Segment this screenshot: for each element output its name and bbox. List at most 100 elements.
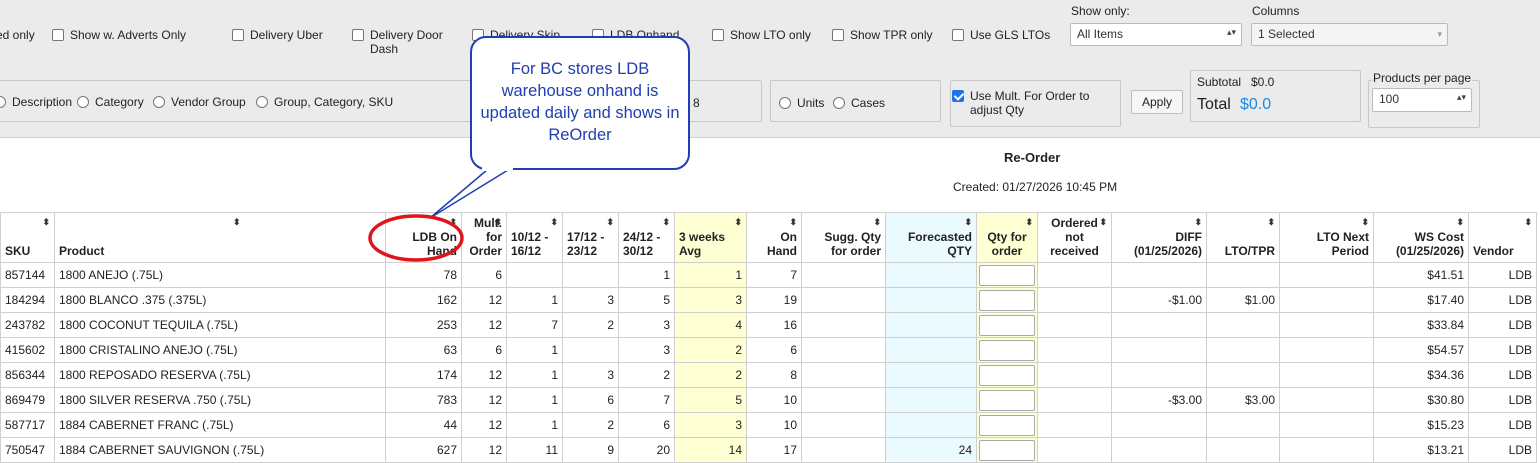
- show-only-select[interactable]: All Items ▴▾: [1070, 23, 1242, 46]
- sort-icon[interactable]: ⬍: [873, 215, 881, 229]
- radio-dot[interactable]: [153, 96, 165, 108]
- sort-icon[interactable]: ⬍: [964, 215, 972, 229]
- table-cell: [1037, 387, 1112, 413]
- radio-label: Category: [95, 95, 144, 109]
- radio-dot[interactable]: [779, 97, 791, 109]
- col-header-3weeks-avg[interactable]: ⬍ 3 weeks Avg: [674, 212, 747, 263]
- radio-description[interactable]: Description: [0, 95, 72, 109]
- sort-icon[interactable]: ⬍: [1524, 215, 1532, 229]
- radio-units[interactable]: Units: [779, 96, 824, 110]
- sort-icon[interactable]: ⬍: [550, 215, 558, 229]
- radio-label: Group, Category, SKU: [274, 95, 394, 109]
- col-header-label: Vendor: [1473, 244, 1514, 258]
- table-cell: 7: [746, 262, 802, 288]
- table-cell: 1: [506, 337, 563, 363]
- radio-cases[interactable]: Cases: [833, 96, 885, 110]
- qty-for-order-input[interactable]: [979, 364, 1035, 386]
- sort-icon[interactable]: ⬍: [1099, 215, 1107, 229]
- table-cell: 44: [385, 412, 462, 438]
- sort-icon[interactable]: ⬍: [662, 215, 670, 229]
- apply-button[interactable]: Apply: [1131, 90, 1183, 114]
- table-cell: 19: [746, 287, 802, 313]
- checkbox-box-checked[interactable]: [952, 90, 964, 102]
- col-header-sugg-qty[interactable]: ⬍ Sugg. Qty for order: [801, 212, 886, 263]
- checkbox-delivery-doordash[interactable]: Delivery Door Dash: [352, 28, 462, 56]
- table-cell: [1279, 287, 1374, 313]
- sort-icon[interactable]: ⬍: [42, 215, 50, 229]
- checkbox-show-adverts[interactable]: Show w. Adverts Only: [52, 28, 186, 42]
- checkbox-box[interactable]: [232, 29, 244, 41]
- sort-icon[interactable]: ⬍: [1361, 215, 1369, 229]
- qty-for-order-input[interactable]: [979, 264, 1035, 286]
- table-cell: 1884 CABERNET FRANC (.75L): [54, 412, 386, 438]
- col-header-qty-for-order[interactable]: ⬍ Qty for order: [976, 212, 1038, 263]
- checkbox-delivery-uber[interactable]: Delivery Uber: [232, 28, 323, 42]
- total-label: Total: [1197, 96, 1231, 113]
- sort-icon[interactable]: ⬍: [1194, 215, 1202, 229]
- table-cell: $41.51: [1373, 262, 1469, 288]
- sort-icon[interactable]: ⬍: [1025, 215, 1033, 229]
- radio-dot[interactable]: [77, 96, 89, 108]
- table-cell: 1800 COCONUT TEQUILA (.75L): [54, 312, 386, 338]
- columns-select[interactable]: 1 Selected ▾: [1251, 23, 1448, 46]
- radio-category[interactable]: Category: [77, 95, 144, 109]
- checkbox-box[interactable]: [352, 29, 364, 41]
- checkbox-box[interactable]: [952, 29, 964, 41]
- radio-dot[interactable]: [256, 96, 268, 108]
- col-header-sku[interactable]: ⬍ SKU: [0, 212, 55, 263]
- sort-icon[interactable]: ⬍: [233, 215, 241, 229]
- col-header-lto-tpr[interactable]: ⬍ LTO/TPR: [1206, 212, 1280, 263]
- sort-icon[interactable]: ⬍: [1267, 215, 1275, 229]
- col-header-diff[interactable]: ⬍ DIFF (01/25/2026): [1111, 212, 1207, 263]
- checkbox-box[interactable]: [712, 29, 724, 41]
- col-header-vendor[interactable]: ⬍ Vendor: [1468, 212, 1537, 263]
- col-header-ws-cost[interactable]: ⬍ WS Cost (01/25/2026): [1373, 212, 1469, 263]
- checkbox-show-tpr[interactable]: Show TPR only: [832, 28, 932, 42]
- radio-dot[interactable]: [0, 96, 6, 108]
- checkbox-box[interactable]: [832, 29, 844, 41]
- col-header-forecasted[interactable]: ⬍ Forecasted QTY: [885, 212, 977, 263]
- sort-icon[interactable]: ⬍: [734, 215, 742, 229]
- per-page-value: 100: [1379, 92, 1400, 106]
- col-header-label: 10/12 - 16/12: [511, 230, 549, 258]
- sort-icon[interactable]: ⬍: [789, 215, 797, 229]
- table-cell: 3: [674, 412, 747, 438]
- radio-group-category-sku[interactable]: Group, Category, SKU: [256, 95, 393, 109]
- checkbox-show-lto[interactable]: Show LTO only: [712, 28, 811, 42]
- qty-for-order-input[interactable]: [979, 289, 1035, 311]
- col-header-week1[interactable]: ⬍ 10/12 - 16/12: [506, 212, 563, 263]
- table-cell: [976, 387, 1038, 413]
- qty-for-order-input[interactable]: [979, 389, 1035, 411]
- col-header-product[interactable]: ⬍ Product: [54, 212, 386, 263]
- qty-for-order-input[interactable]: [979, 314, 1035, 336]
- report-title: Re-Order: [1004, 150, 1061, 165]
- per-page-label: Products per page: [1372, 71, 1473, 85]
- table-cell: [976, 312, 1038, 338]
- table-cell: 6: [461, 262, 507, 288]
- col-header-lto-next[interactable]: ⬍ LTO Next Period: [1279, 212, 1374, 263]
- col-header-mult[interactable]: ⬍ Mult. for Order: [461, 212, 507, 263]
- checkbox-ed-only[interactable]: ed only: [0, 28, 35, 42]
- col-header-label: Ordered not received: [1050, 216, 1099, 258]
- radio-dot[interactable]: [833, 97, 845, 109]
- table-cell: 8: [746, 362, 802, 388]
- table-cell: [976, 337, 1038, 363]
- qty-for-order-input[interactable]: [979, 439, 1035, 461]
- col-header-week2[interactable]: ⬍ 17/12 - 23/12: [562, 212, 619, 263]
- col-header-onhand[interactable]: ⬍ On Hand: [746, 212, 802, 263]
- col-header-ordered-not-received[interactable]: ⬍ Ordered not received: [1037, 212, 1112, 263]
- checkbox-use-gls-ltos[interactable]: Use GLS LTOs: [952, 28, 1050, 42]
- checkbox-use-mult[interactable]: Use Mult. For Order to adjust Qty: [952, 89, 1112, 117]
- per-page-select[interactable]: 100 ▴▾: [1372, 88, 1472, 112]
- checkbox-box[interactable]: [52, 29, 64, 41]
- radio-label: Cases: [851, 96, 886, 110]
- qty-for-order-input[interactable]: [979, 414, 1035, 436]
- col-header-week3[interactable]: ⬍ 24/12 - 30/12: [618, 212, 675, 263]
- sort-icon[interactable]: ⬍: [606, 215, 614, 229]
- sort-icon[interactable]: ⬍: [1456, 215, 1464, 229]
- table-cell: [1206, 337, 1280, 363]
- radio-vendor-group[interactable]: Vendor Group: [153, 95, 246, 109]
- qty-for-order-input[interactable]: [979, 339, 1035, 361]
- table-cell: 2: [674, 337, 747, 363]
- table-cell: 1: [506, 362, 563, 388]
